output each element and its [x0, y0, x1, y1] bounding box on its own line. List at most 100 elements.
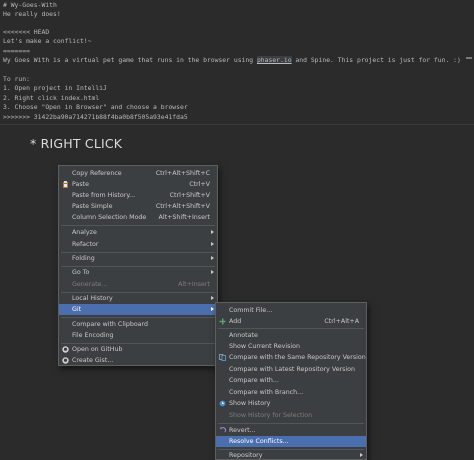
menu-item-label: Create Gist... [72, 357, 114, 364]
menu-item-compare-with-branch[interactable]: Compare with Branch... [216, 387, 366, 398]
revert-icon [219, 427, 226, 434]
submenu-arrow-icon [211, 296, 214, 300]
menu-item-label: Compare with Branch... [229, 389, 304, 396]
menu-separator [61, 225, 215, 226]
code-line: To run: [3, 75, 30, 83]
plus-icon [219, 318, 226, 325]
github-icon [62, 346, 69, 353]
menu-item-analyze[interactable]: Analyze [59, 227, 217, 238]
menu-item-label: Repository [229, 452, 263, 459]
menu-item-label: File Encoding [72, 332, 114, 339]
menu-item-label: Compare with... [229, 377, 279, 384]
menu-item-shortcut: Ctrl+Shift+V [169, 192, 210, 199]
menu-item-label: Column Selection Mode [72, 214, 147, 221]
menu-item-copy-reference[interactable]: Copy Reference Ctrl+Alt+Shift+C [59, 168, 217, 179]
menu-item-label: Analyze [72, 229, 97, 236]
submenu-arrow-icon [211, 307, 214, 311]
menu-item-label: Go To [72, 269, 90, 276]
menu-item-label: Open on GitHub [72, 346, 123, 353]
menu-item-label: Folding [72, 255, 95, 262]
menu-item-shortcut: Alt+Shift+Insert [158, 214, 210, 221]
page-heading: * RIGHT CLICK [30, 136, 123, 151]
menu-item-shortcut: Alt+Insert [178, 281, 210, 288]
menu-item-show-history-selection[interactable]: Show History for Selection [216, 410, 366, 421]
menu-item-label: Git [72, 306, 82, 313]
menu-item-label: Paste Simple [72, 203, 113, 210]
menu-item-compare-latest-repo[interactable]: Compare with Latest Repository Version [216, 364, 366, 375]
menu-item-folding[interactable]: Folding [59, 253, 217, 264]
code-line: >>>>>>> 31422ba90a714271b88f4ba0b8f505a9… [3, 113, 188, 121]
menu-item-resolve-conflicts[interactable]: Resolve Conflicts... [216, 436, 366, 447]
menu-item-go-to[interactable]: Go To [59, 267, 217, 278]
menu-item-label: Commit File... [229, 307, 273, 314]
menu-item-label: Show Current Revision [229, 343, 300, 350]
menu-item-show-history[interactable]: Show History [216, 398, 366, 409]
menu-separator [61, 317, 215, 318]
menu-item-label: Resolve Conflicts... [229, 438, 289, 445]
menu-item-label: Paste [72, 181, 89, 188]
menu-item-label: Add [229, 318, 242, 325]
menu-item-label: Show History for Selection [229, 412, 313, 419]
code-line: # Wy-Goes-With [3, 1, 57, 9]
menu-item-compare-with[interactable]: Compare with... [216, 375, 366, 386]
code-line: ======= [3, 47, 30, 55]
menu-item-open-on-github[interactable]: Open on GitHub [59, 344, 217, 355]
menu-item-label: Show History [229, 400, 271, 407]
menu-item-label: Copy Reference [72, 170, 122, 177]
menu-item-git[interactable]: Git [59, 304, 217, 315]
menu-item-label: Generate... [72, 281, 108, 288]
menu-item-label: Compare with Clipboard [72, 321, 149, 328]
menu-item-label: Local History [72, 295, 113, 302]
menu-item-compare-with-clipboard[interactable]: Compare with Clipboard [59, 319, 217, 330]
submenu-arrow-icon [211, 242, 214, 246]
code-line: <<<<<<< HEAD [3, 28, 50, 36]
menu-item-create-gist[interactable]: Create Gist... [59, 355, 217, 366]
menu-item-column-selection-mode[interactable]: Column Selection Mode Alt+Shift+Insert [59, 212, 217, 223]
menu-item-shortcut: Ctrl+V [189, 181, 210, 188]
clipboard-icon [62, 181, 69, 188]
code-line-with-link: Wy Goes With is a virtual pet game that … [3, 56, 461, 65]
phaser-link[interactable]: phaser.io [256, 56, 292, 64]
menu-item-show-current-revision[interactable]: Show Current Revision [216, 341, 366, 352]
menu-item-paste-simple[interactable]: Paste Simple Ctrl+Alt+Shift+V [59, 201, 217, 212]
code-editor[interactable]: # Wy-Goes-With He really does! <<<<<<< H… [0, 0, 474, 125]
code-text: and Spine. This project is just for fun.… [291, 56, 461, 64]
menu-item-shortcut: Ctrl+Alt+Shift+V [155, 203, 210, 210]
menu-item-label: Compare with the Same Repository Version [229, 354, 366, 361]
menu-item-refactor[interactable]: Refactor [59, 239, 217, 250]
menu-item-generate[interactable]: Generate... Alt+Insert [59, 279, 217, 290]
code-line: 1. Open project in IntelliJ [3, 84, 107, 92]
menu-item-shortcut: Ctrl+Alt+Shift+C [155, 170, 210, 177]
menu-item-compare-same-repo[interactable]: Compare with the Same Repository Version [216, 352, 366, 363]
menu-item-label: Annotate [229, 332, 258, 339]
menu-item-add[interactable]: Add Ctrl+Alt+A [216, 316, 366, 327]
github-icon [62, 357, 69, 364]
code-line: He really does! [3, 10, 61, 18]
menu-item-annotate[interactable]: Annotate [216, 330, 366, 341]
code-line: 2. Right click index.html [3, 94, 100, 102]
diff-icon [219, 354, 226, 361]
submenu-arrow-icon [211, 256, 214, 260]
menu-item-label: Refactor [72, 241, 99, 248]
scrollbar-marker[interactable] [466, 57, 472, 59]
code-text: Wy Goes With is a virtual pet game that … [3, 56, 257, 64]
menu-item-label: Compare with Latest Repository Version [229, 366, 356, 373]
submenu-arrow-icon [211, 270, 214, 274]
code-line: 3. Choose "Open in Browser" and choose a… [3, 103, 188, 111]
context-menu: Copy Reference Ctrl+Alt+Shift+C Paste Ct… [58, 165, 218, 366]
menu-item-file-encoding[interactable]: File Encoding [59, 330, 217, 341]
code-line: Let's make a conflict!~ [3, 37, 92, 45]
menu-separator [218, 328, 364, 329]
menu-item-repository[interactable]: Repository [216, 450, 366, 460]
menu-item-shortcut: Ctrl+Alt+A [324, 318, 359, 325]
menu-item-local-history[interactable]: Local History [59, 293, 217, 304]
history-icon [219, 400, 226, 407]
menu-item-commit-file[interactable]: Commit File... [216, 305, 366, 316]
menu-item-label: Revert... [229, 427, 256, 434]
menu-separator [218, 423, 364, 424]
menu-item-revert[interactable]: Revert... [216, 425, 366, 436]
menu-item-paste-from-history[interactable]: Paste from History... Ctrl+Shift+V [59, 190, 217, 201]
menu-item-paste[interactable]: Paste Ctrl+V [59, 179, 217, 190]
menu-item-label: Paste from History... [72, 192, 136, 199]
submenu-arrow-icon [211, 230, 214, 234]
